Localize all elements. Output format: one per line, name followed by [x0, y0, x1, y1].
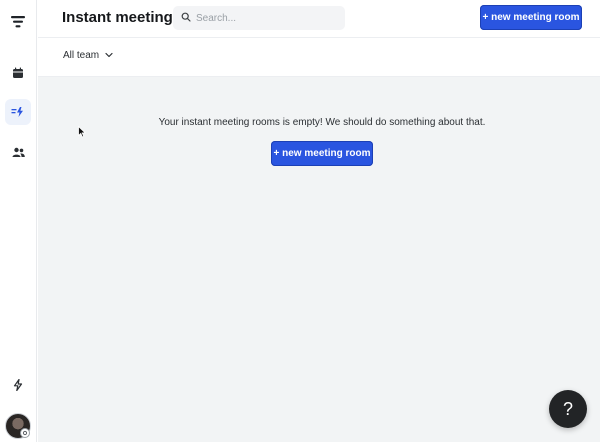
- search-input[interactable]: [196, 12, 336, 24]
- chevron-down-icon: [105, 50, 113, 61]
- help-button[interactable]: ?: [549, 390, 587, 428]
- empty-state-new-room-button[interactable]: + new meeting room: [271, 141, 373, 166]
- sidebar: [0, 0, 37, 442]
- empty-state-message: Your instant meeting rooms is empty! We …: [158, 117, 486, 128]
- page-title: Instant meetings: [62, 9, 182, 26]
- instant-meeting-icon[interactable]: [5, 99, 31, 125]
- team-dropdown[interactable]: All team: [63, 50, 113, 61]
- search-box[interactable]: [173, 6, 345, 30]
- calendar-icon[interactable]: [5, 60, 31, 86]
- top-bar: Instant meetings + new meeting room: [38, 0, 600, 38]
- users-icon[interactable]: [5, 139, 31, 165]
- mouse-cursor-icon: [78, 125, 87, 143]
- lightning-icon[interactable]: [5, 372, 31, 398]
- settings-badge-icon[interactable]: [20, 428, 30, 438]
- menu-filter-icon[interactable]: [5, 9, 31, 35]
- main-area: Instant meetings + new meeting room All …: [38, 0, 600, 442]
- search-icon: [181, 9, 191, 27]
- team-dropdown-label: All team: [63, 50, 100, 61]
- filter-bar: All team: [38, 38, 600, 77]
- content-area: Your instant meeting rooms is empty! We …: [38, 77, 600, 442]
- new-meeting-room-button[interactable]: + new meeting room: [480, 5, 582, 30]
